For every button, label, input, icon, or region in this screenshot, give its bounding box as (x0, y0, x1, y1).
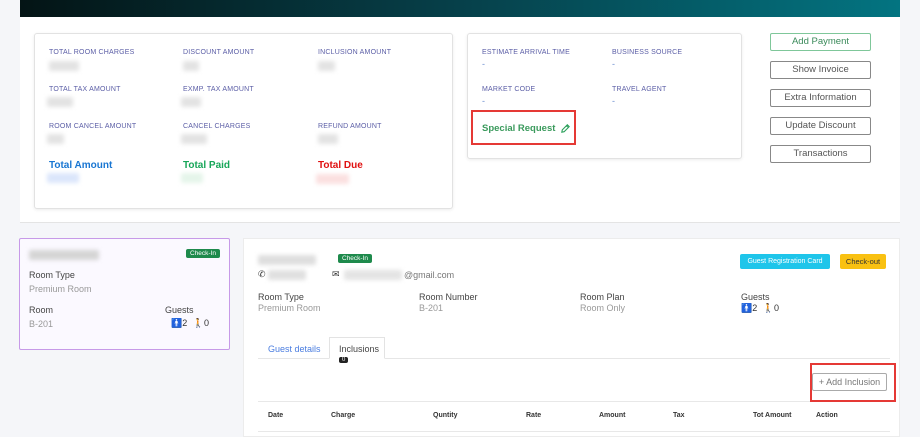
value (318, 134, 338, 144)
table-bottom-divider (258, 431, 890, 432)
tab-label: Inclusions (339, 344, 380, 354)
total-paid-label: Total Paid (183, 160, 231, 171)
phone-number (268, 270, 306, 280)
value (316, 174, 349, 184)
child-count: 0 (203, 318, 209, 328)
email-local (344, 270, 402, 280)
value (47, 173, 79, 183)
guest-counts: 🚹2 🚶0 (171, 318, 209, 329)
business-source-value: - (612, 59, 615, 69)
value (181, 97, 201, 107)
child-count: 0 (773, 303, 779, 313)
travel-agent-value: - (612, 96, 615, 106)
guest-name (29, 250, 99, 260)
value (181, 173, 203, 183)
adult-icon: 🚹 (741, 303, 753, 314)
highlight-box (810, 363, 896, 402)
child-icon: 🚶 (192, 318, 204, 329)
column-header-amount: Amount (599, 412, 626, 419)
cancel-charges-label: Cancel Charges (183, 123, 251, 130)
value (47, 97, 73, 107)
market-code-label: Market Code (482, 86, 536, 93)
value (181, 134, 207, 144)
column-header-tot-amount: Tot Amount (753, 412, 792, 419)
value (318, 61, 335, 71)
show-invoice-button[interactable]: Show Invoice (770, 61, 871, 79)
room-value: B-201 (29, 319, 54, 329)
total-tax-amount-label: Total Tax Amount (49, 86, 121, 93)
value (49, 61, 79, 71)
column-header-quantity: Quntity (433, 412, 458, 419)
room-type-label: Room Type (258, 292, 304, 302)
guests-label: Guests (741, 292, 770, 302)
table-header-divider (258, 401, 890, 402)
charges-card: Total Room Charges Discount Amount Inclu… (34, 33, 453, 209)
guests-label: Guests (165, 305, 194, 315)
room-number-value: B-201 (419, 303, 444, 313)
room-cancel-amount-label: Room Cancel Amount (49, 123, 137, 130)
room-type-label: Room Type (29, 270, 75, 280)
add-payment-button[interactable]: Add Payment (770, 33, 871, 51)
status-badge: Check-In (338, 254, 373, 263)
email-icon: ✉ (332, 269, 340, 279)
room-type-value: Premium Room (258, 303, 321, 313)
column-header-action: Action (816, 412, 838, 419)
room-card[interactable]: Check-In Room Type Premium Room Room B-2… (19, 238, 230, 350)
room-plan-label: Room Plan (580, 292, 625, 302)
adult-count: 2 (182, 318, 188, 328)
transactions-button[interactable]: Transactions (770, 145, 871, 163)
column-header-charge: Charge (331, 412, 356, 419)
total-amount-label: Total Amount (49, 160, 113, 171)
column-header-date: Date (268, 412, 284, 419)
status-badge: Check-In (186, 249, 221, 258)
guest-registration-card-button[interactable]: Guest Registration Card (740, 254, 830, 269)
tab-inclusions[interactable]: Inclusions 0 (329, 337, 385, 363)
inclusion-amount-label: Inclusion Amount (318, 49, 392, 56)
count-badge: 0 (339, 356, 349, 363)
room-number-label: Room Number (419, 292, 478, 302)
room-type-value: Premium Room (29, 284, 92, 294)
column-header-tax: Tax (673, 412, 685, 419)
checkout-button[interactable]: Check-out (840, 254, 886, 269)
column-header-rate: Rate (526, 412, 542, 419)
child-icon: 🚶 (762, 303, 774, 314)
phone-icon: ✆ (258, 269, 266, 279)
refund-amount-label: Refund Amount (318, 123, 382, 130)
extra-information-button[interactable]: Extra Information (770, 89, 871, 107)
exmp-tax-amount-label: Exmp. Tax Amount (183, 86, 254, 93)
guest-counts: 🚹2 🚶0 (741, 303, 779, 314)
business-source-label: Business Source (612, 49, 683, 56)
total-due-label: Total Due (318, 160, 363, 171)
value (47, 134, 64, 144)
room-label: Room (29, 305, 54, 315)
travel-agent-label: Travel Agent (612, 86, 667, 93)
adult-count: 2 (752, 303, 758, 313)
market-code-value: - (482, 96, 485, 106)
total-room-charges-label: Total Room Charges (49, 49, 135, 56)
estimate-arrival-value: - (482, 59, 485, 69)
room-plan-value: Room Only (580, 303, 626, 313)
reservation-detail-panel: Check-In ✆ ✉ @gmail.com Guest Registrati… (243, 238, 900, 437)
guest-name (258, 255, 316, 265)
highlight-box (471, 110, 576, 145)
value (183, 61, 199, 71)
estimate-arrival-label: Estimate Arrival Time (482, 49, 570, 56)
adult-icon: 🚹 (171, 318, 183, 329)
discount-amount-label: Discount Amount (183, 49, 255, 56)
top-header-bar (20, 0, 900, 17)
tab-guest-details[interactable]: Guest details (268, 344, 321, 354)
email-domain: @gmail.com (404, 270, 455, 280)
update-discount-button[interactable]: Update Discount (770, 117, 871, 135)
